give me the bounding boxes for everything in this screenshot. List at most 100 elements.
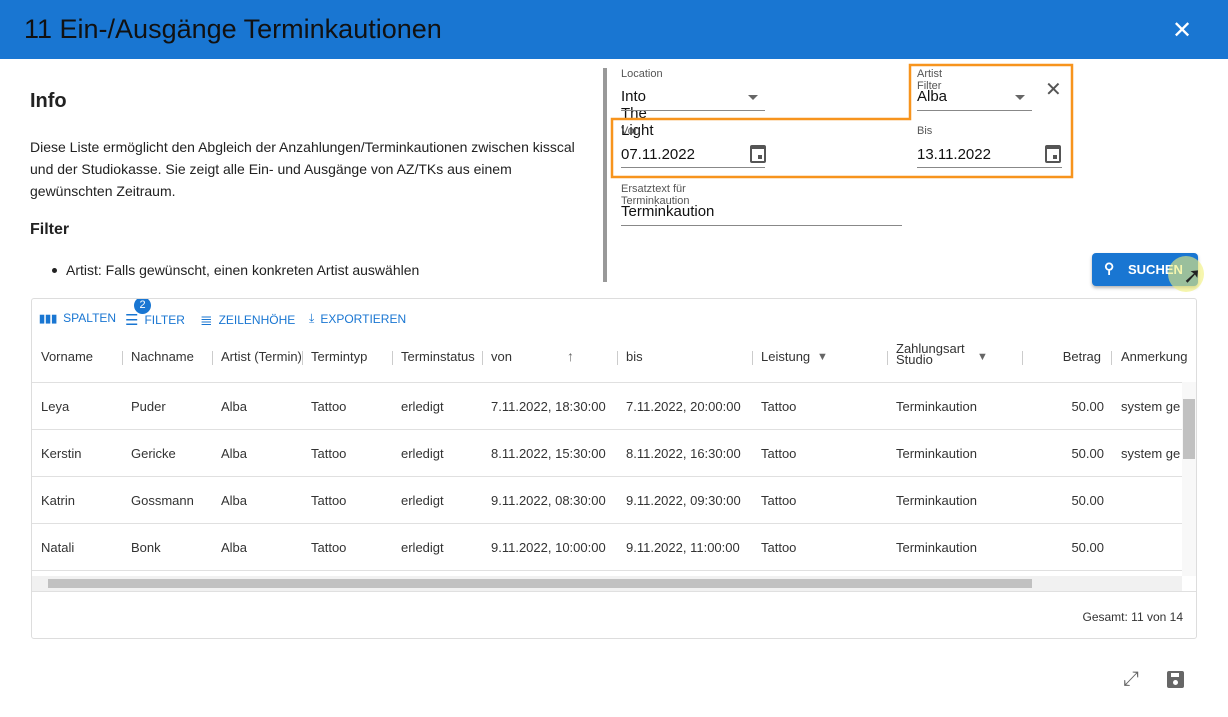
field-underline — [621, 225, 902, 226]
filter-item: Artist: Falls gewünscht, einen konkreten… — [51, 262, 420, 278]
info-line: Diese Liste ermöglicht den Abgleich der … — [30, 139, 575, 155]
chevron-down-icon — [748, 95, 758, 100]
table-row[interactable]: Natali Bonk Alba Tattoo erledigt 9.11.2022, 1… — [32, 523, 1182, 570]
column-separator[interactable] — [482, 351, 483, 365]
field-underline — [917, 167, 1062, 168]
table-cell: 7.11.2022, 20:00:00 — [626, 399, 741, 414]
table-cell: Tattoo — [761, 540, 797, 555]
table-cell: 9.11.2022, 10:00:00 — [491, 540, 606, 555]
column-separator[interactable] — [1111, 351, 1112, 365]
table-cell: Alba — [221, 446, 248, 461]
clear-artist-icon[interactable]: ✕ — [1045, 77, 1062, 102]
column-separator[interactable] — [1022, 351, 1023, 365]
scrollbar-thumb[interactable] — [48, 579, 1032, 588]
column-separator[interactable] — [887, 351, 888, 365]
filter-label: FILTER — [144, 313, 185, 327]
table-row[interactable]: Katrin Gossmann Alba Tattoo erledigt 9.11.202… — [32, 476, 1182, 523]
column-header[interactable]: Nachname — [131, 349, 194, 364]
columns-button[interactable]: ▮▮▮ SPALTEN — [39, 311, 116, 325]
column-separator[interactable] — [617, 351, 618, 365]
column-header[interactable]: von — [491, 349, 512, 364]
table-cell: Tattoo — [311, 493, 347, 508]
table-cell: 50.00 — [1071, 446, 1104, 461]
column-header[interactable]: Termintyp — [311, 349, 367, 364]
calendar-icon[interactable] — [1045, 145, 1061, 163]
table-cell: Gossmann — [131, 493, 194, 508]
location-label: Location — [621, 68, 663, 80]
bis-value: 13.11.2022 — [917, 146, 991, 163]
table-cell: Alba — [221, 399, 248, 414]
column-header[interactable]: Zahlungsart Studio — [896, 342, 966, 366]
table-cell: Tattoo — [311, 540, 347, 555]
chevron-down-icon — [1015, 95, 1025, 100]
download-icon: ⤓ — [309, 311, 315, 325]
info-text: Diese Liste ermöglicht den Abgleich der … — [30, 136, 603, 202]
table-cell: 50.00 — [1071, 493, 1104, 508]
mouse-cursor-icon: ➚ — [1183, 263, 1202, 288]
table-cell: 7.11.2022, 18:30:00 — [491, 399, 606, 414]
column-separator[interactable] — [122, 351, 123, 365]
column-separator[interactable] — [212, 351, 213, 365]
save-icon[interactable] — [1167, 671, 1184, 688]
column-separator[interactable] — [302, 351, 303, 365]
table-cell: Tattoo — [761, 493, 797, 508]
table-cell: Leya — [41, 399, 70, 414]
column-header[interactable]: Anmerkung — [1121, 349, 1187, 364]
table-cell: 8.11.2022, 16:30:00 — [626, 446, 741, 461]
filter-button[interactable]: ☰ FILTER — [125, 311, 185, 329]
table-cell: Tattoo — [761, 446, 797, 461]
table-row[interactable]: Leya Puder Alba Tattoo erledigt 7.11.2022, 18… — [32, 382, 1182, 429]
vertical-scrollbar[interactable] — [1182, 382, 1196, 576]
table-cell: 50.00 — [1071, 399, 1104, 414]
filter-icon: ☰ — [125, 312, 139, 329]
info-line: und der Studiokasse. Sie zeigt alle Ein-… — [30, 161, 512, 177]
close-icon[interactable]: ✕ — [1172, 16, 1192, 45]
table-cell: Kerstin — [41, 446, 82, 461]
column-separator[interactable] — [752, 351, 753, 365]
table-cell: Terminkaution — [896, 493, 977, 508]
ersatztext-value: Terminkaution — [621, 203, 715, 220]
table-row[interactable]: Kerstin Gericke Alba Tattoo erledigt 8.11.202… — [32, 429, 1182, 476]
column-header[interactable]: Leistung — [761, 349, 810, 364]
filter-active-icon[interactable]: ▼ — [977, 351, 988, 363]
table-cell: erledigt — [401, 446, 444, 461]
column-header[interactable]: Betrag — [1063, 349, 1101, 364]
column-separator[interactable] — [392, 351, 393, 365]
table-cell: 50.00 — [1071, 540, 1104, 555]
scrollbar-thumb[interactable] — [1183, 399, 1195, 459]
total-count: Gesamt: 11 von 14 — [1082, 610, 1184, 624]
table-cell: Terminkaution — [896, 399, 977, 414]
table-cell: Alba — [221, 493, 248, 508]
table-cell: erledigt — [401, 399, 444, 414]
column-header[interactable]: Artist (Termin) — [221, 349, 302, 364]
table-cell: 9.11.2022, 11:00:00 — [626, 540, 740, 555]
column-header[interactable]: bis — [626, 349, 643, 364]
column-header[interactable]: Terminstatus — [401, 349, 475, 364]
table-cell: Tattoo — [311, 446, 347, 461]
table-cell: 9.11.2022, 08:30:00 — [491, 493, 606, 508]
von-label: Von — [621, 125, 640, 137]
expand-icon[interactable]: ⤢ — [1123, 668, 1139, 691]
density-icon: ≣ — [200, 312, 213, 329]
column-header[interactable]: Vorname — [41, 349, 93, 364]
table-cell: 9.11.2022, 09:30:00 — [626, 493, 741, 508]
density-button[interactable]: ≣ ZEILENHÖHE — [200, 311, 295, 329]
columns-icon: ▮▮▮ — [39, 312, 58, 325]
field-underline — [621, 110, 765, 111]
calendar-icon[interactable] — [750, 145, 766, 163]
field-underline — [621, 167, 765, 168]
export-button[interactable]: ⤓ EXPORTIEREN — [309, 311, 406, 326]
sort-ascending-icon[interactable]: ↑ — [567, 348, 574, 364]
table-cell: Tattoo — [761, 399, 797, 414]
dialog-title: 11 Ein-/Ausgänge Terminkautionen — [24, 14, 442, 44]
table-cell: Bonk — [131, 540, 161, 555]
horizontal-scrollbar[interactable] — [32, 576, 1182, 591]
table-cell: erledigt — [401, 493, 444, 508]
table-cell: Tattoo — [311, 399, 347, 414]
table-cell: 8.11.2022, 15:30:00 — [491, 446, 606, 461]
info-scrollbar[interactable] — [603, 68, 607, 282]
filter-active-icon[interactable]: ▼ — [817, 351, 828, 363]
table-cell: Gericke — [131, 446, 176, 461]
table-cell: system ge — [1121, 446, 1181, 461]
table-cell: Alba — [221, 540, 248, 555]
